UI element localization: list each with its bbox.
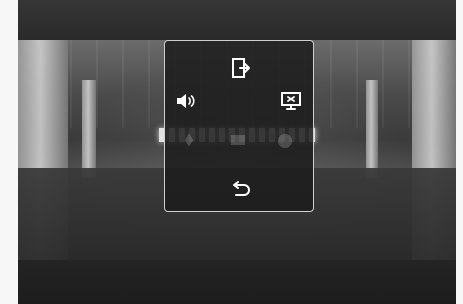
display-icon[interactable] bbox=[279, 89, 303, 113]
back-icon[interactable] bbox=[228, 177, 252, 201]
playback-overlay bbox=[164, 40, 314, 212]
exit-icon[interactable] bbox=[228, 56, 252, 80]
bottom-bar bbox=[18, 260, 456, 304]
top-bar bbox=[18, 0, 456, 40]
video-player bbox=[18, 0, 456, 304]
ghost-icons bbox=[185, 133, 292, 148]
volume-icon[interactable] bbox=[174, 89, 198, 113]
